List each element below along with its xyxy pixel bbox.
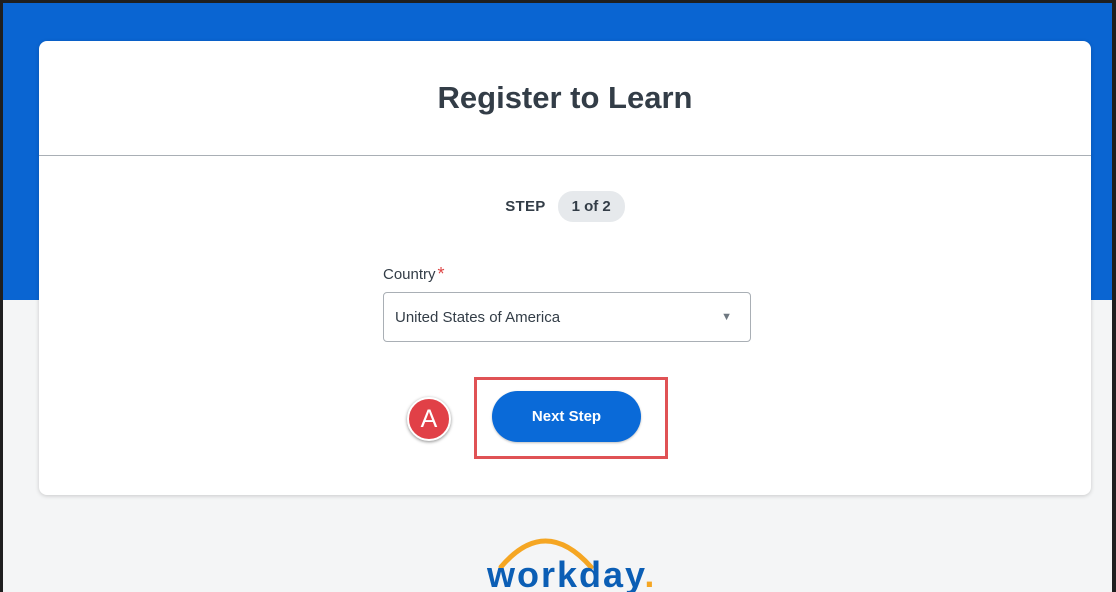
logo-wordmark: workday. bbox=[487, 557, 656, 592]
required-asterisk: * bbox=[437, 264, 445, 284]
logo-dot: . bbox=[644, 554, 657, 592]
country-field-label: Country * bbox=[383, 263, 445, 284]
card-header: Register to Learn bbox=[39, 41, 1091, 156]
country-label-text: Country bbox=[383, 266, 436, 283]
workday-logo: workday. bbox=[473, 523, 654, 592]
logo-text: workday bbox=[487, 554, 645, 592]
step-indicator: STEP 1 of 2 bbox=[39, 191, 1091, 222]
country-select-value: United States of America bbox=[395, 308, 561, 326]
country-select[interactable]: United States of America ▼ bbox=[383, 292, 751, 342]
registration-card: Register to Learn STEP 1 of 2 Country * U… bbox=[39, 41, 1091, 495]
page-title: Register to Learn bbox=[437, 80, 693, 115]
next-step-button[interactable]: Next Step bbox=[492, 391, 641, 442]
step-label: STEP bbox=[505, 198, 546, 215]
step-count-badge: 1 of 2 bbox=[557, 191, 625, 222]
browser-frame: Register to Learn STEP 1 of 2 Country * U… bbox=[0, 0, 1116, 592]
callout-marker: A bbox=[407, 397, 451, 441]
triangle-down-icon: ▼ bbox=[721, 311, 732, 323]
